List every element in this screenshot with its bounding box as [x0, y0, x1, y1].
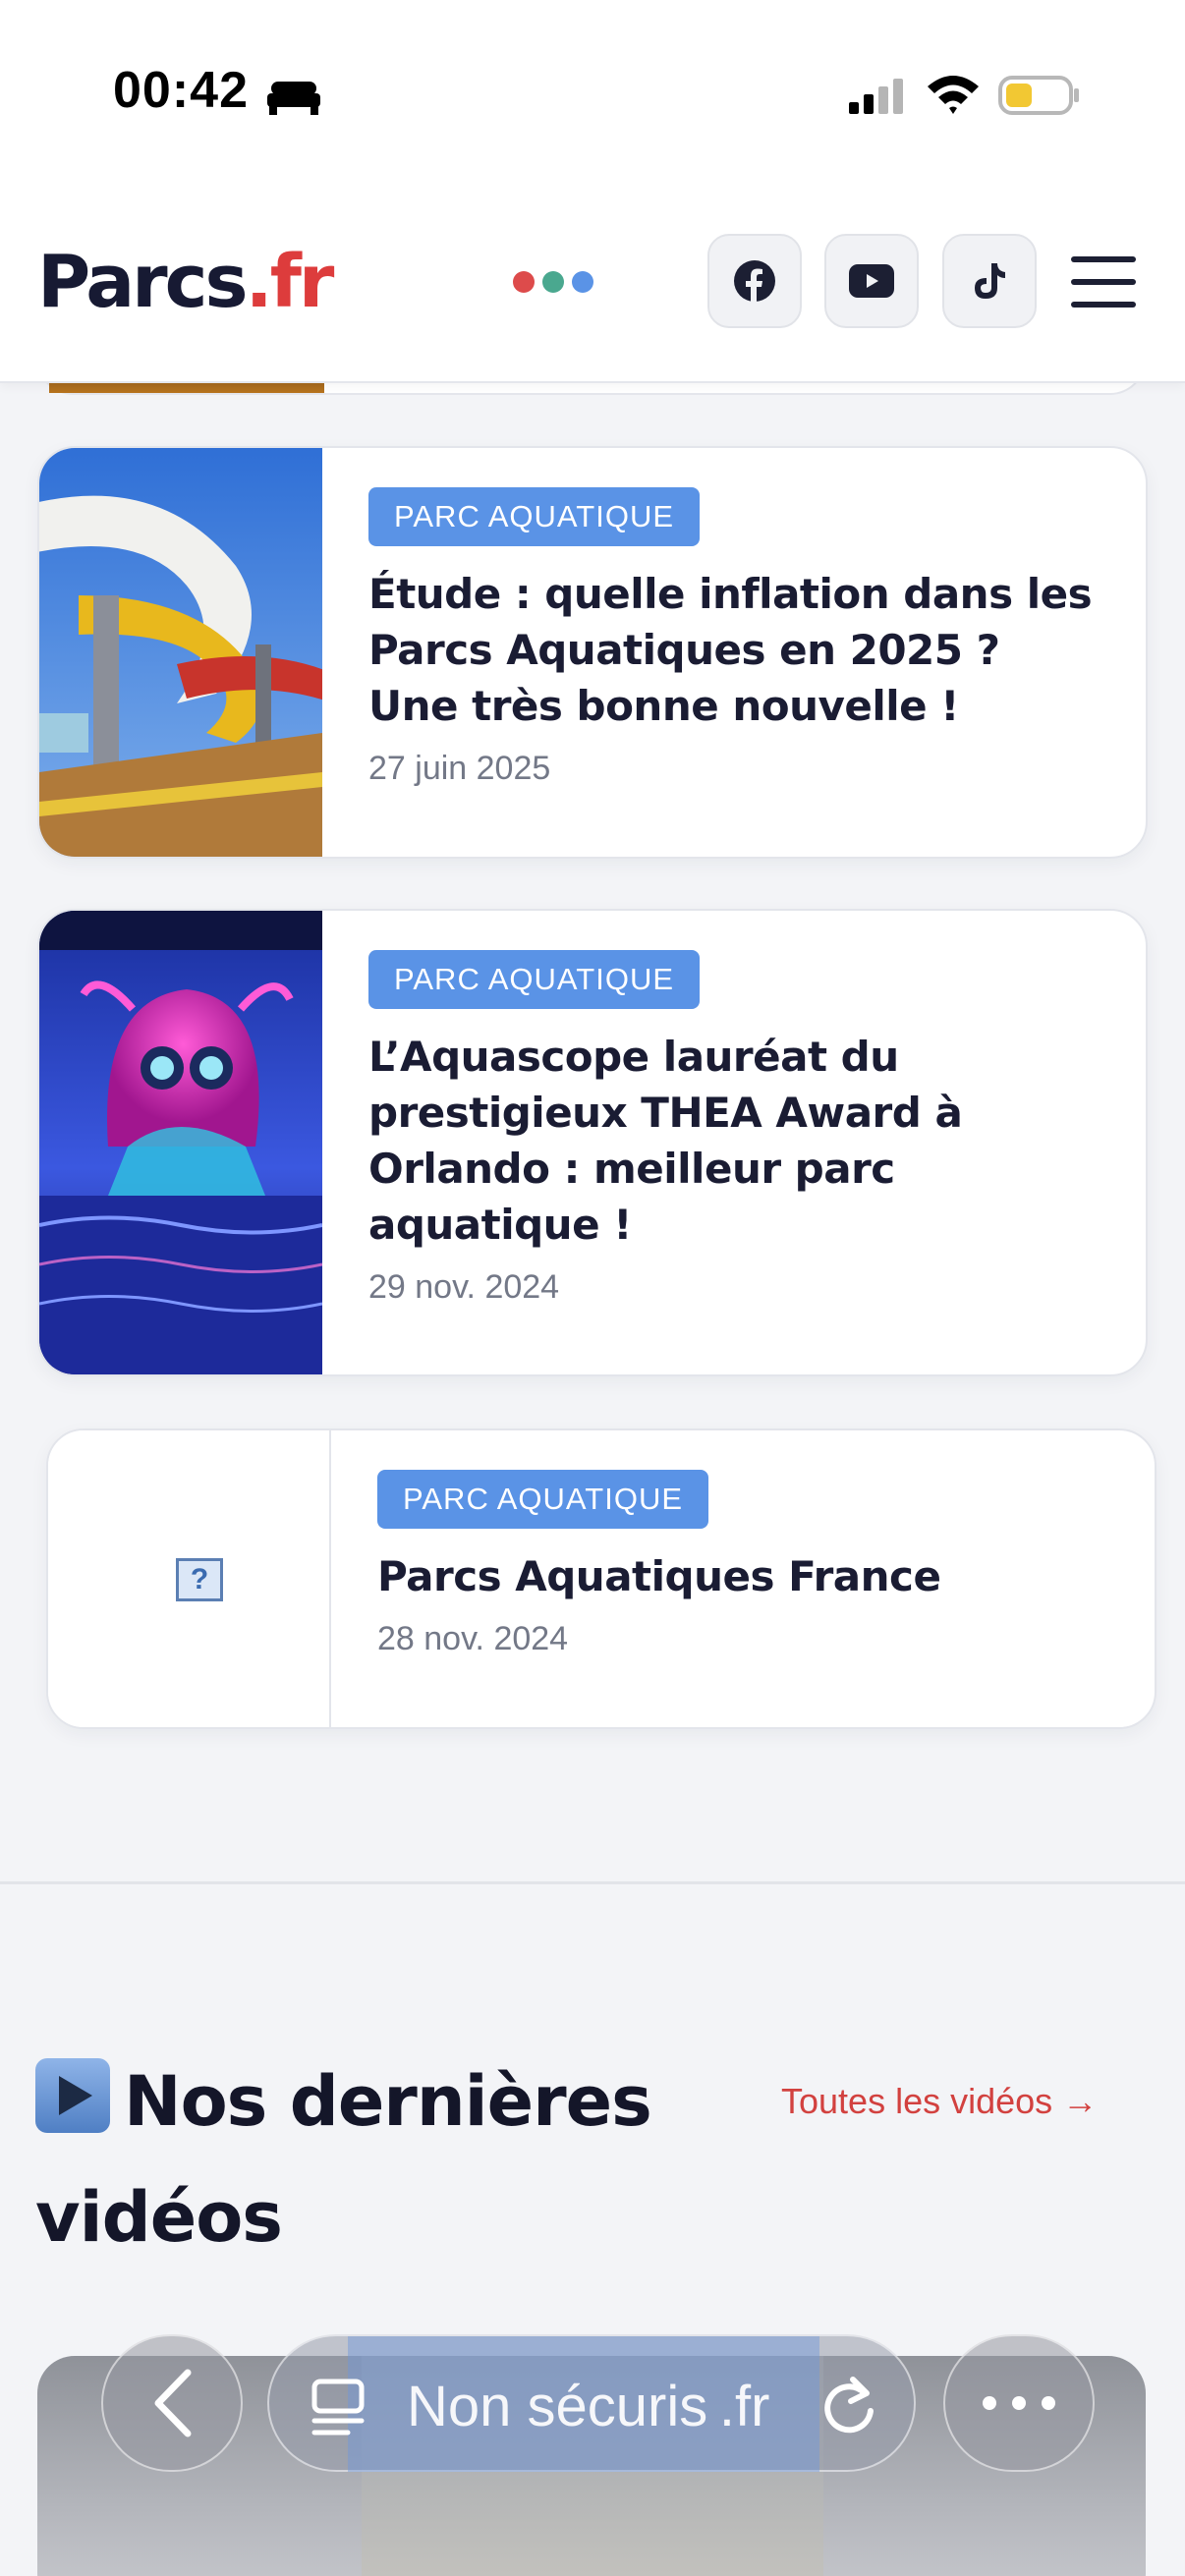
sleep-focus-icon: [267, 82, 320, 115]
browser-address-bar[interactable]: Non sécuris .fr: [267, 2334, 916, 2472]
category-badge[interactable]: PARC AQUATIQUE: [377, 1470, 709, 1529]
play-button-icon: [35, 2058, 110, 2133]
article-card[interactable]: ? PARC AQUATIQUE Parcs Aquatiques France…: [46, 1428, 1157, 1729]
logo-main: Parcs: [37, 240, 249, 324]
facebook-icon: [734, 260, 775, 303]
more-dot-icon: [983, 2396, 996, 2410]
article-body: PARC AQUATIQUE L’Aquascope lauréat du pr…: [368, 950, 1097, 1307]
article-title[interactable]: Parcs Aquatiques France: [377, 1548, 1105, 1604]
youtube-button[interactable]: [824, 234, 919, 328]
article-thumbnail-missing: ?: [48, 1430, 331, 1727]
article-date: 29 nov. 2024: [368, 1268, 560, 1306]
status-time: 00:42: [113, 62, 249, 119]
more-dot-icon: [1042, 2396, 1055, 2410]
tiktok-button[interactable]: [942, 234, 1037, 328]
article-title[interactable]: L’Aquascope lauréat du prestigieux THEA …: [368, 1029, 1097, 1253]
site-header: Parcs.fr: [0, 192, 1185, 383]
wifi-icon: [928, 76, 979, 114]
article-date: 28 nov. 2024: [377, 1620, 569, 1657]
article-title[interactable]: Étude : quelle inflation dans les Parcs …: [368, 566, 1097, 734]
videos-heading-text: Nos dernières vidéos: [35, 2061, 652, 2258]
chevron-left-icon: [154, 2369, 192, 2437]
article-thumbnail-aquascope: [39, 911, 322, 1374]
article-body: PARC AQUATIQUE Parcs Aquatiques France 2…: [377, 1470, 1105, 1658]
category-badge[interactable]: PARC AQUATIQUE: [368, 950, 701, 1009]
reload-icon[interactable]: [819, 2374, 878, 2436]
article-thumbnail-waterslide: [39, 448, 322, 857]
logo-tld: .fr: [245, 240, 335, 324]
youtube-icon: [849, 264, 894, 298]
category-badge[interactable]: PARC AQUATIQUE: [368, 487, 701, 546]
site-logo[interactable]: Parcs.fr: [37, 246, 334, 318]
article-body: PARC AQUATIQUE Étude : quelle inflation …: [368, 487, 1097, 788]
videos-section-title: Nos dernières vidéos: [35, 2044, 743, 2275]
hamburger-menu-button[interactable]: [1071, 256, 1138, 308]
tiktok-icon: [975, 263, 1005, 299]
browser-back-button[interactable]: [101, 2334, 243, 2472]
article-date: 27 juin 2025: [368, 750, 551, 787]
address-text: Non sécuris .fr: [407, 2375, 770, 2438]
cellular-signal-icon: [849, 79, 903, 114]
facebook-button[interactable]: [707, 234, 802, 328]
broken-image-icon: ?: [176, 1558, 223, 1601]
browser-more-button[interactable]: [943, 2334, 1095, 2472]
article-card[interactable]: PARC AQUATIQUE L’Aquascope lauréat du pr…: [37, 909, 1148, 1376]
more-dot-icon: [1012, 2396, 1026, 2410]
page-menu-icon[interactable]: [309, 2378, 367, 2436]
section-divider: [0, 1881, 1185, 1884]
battery-icon: [998, 76, 1079, 115]
all-videos-link[interactable]: Toutes les vidéos →: [781, 2081, 1098, 2122]
article-card[interactable]: PARC AQUATIQUE Étude : quelle inflation …: [37, 446, 1148, 859]
status-bar: 00:42: [0, 0, 1185, 192]
